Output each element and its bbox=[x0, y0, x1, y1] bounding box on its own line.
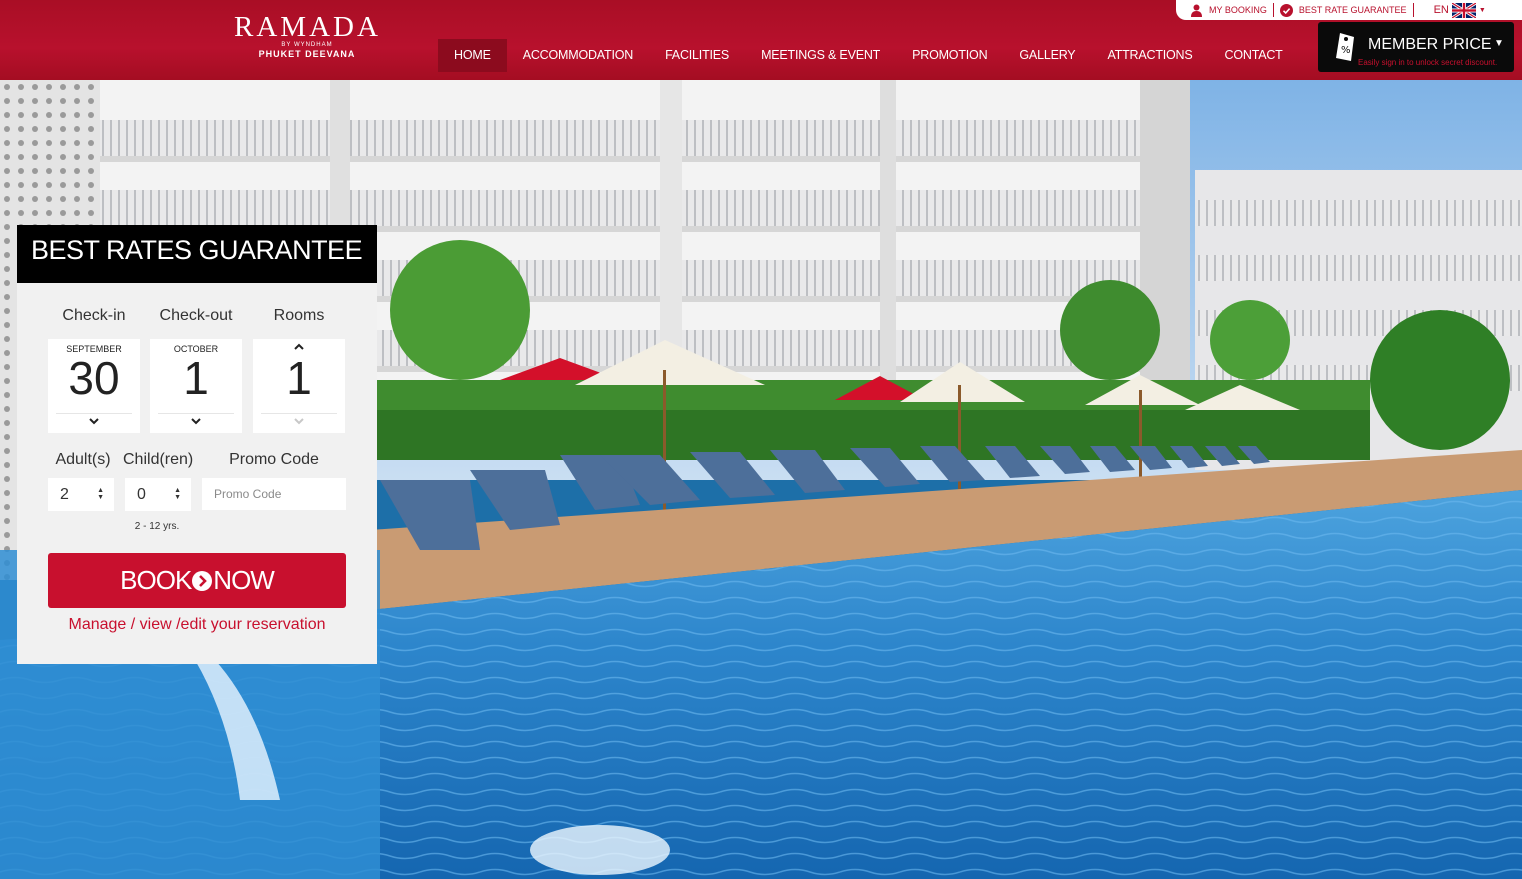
language-selector[interactable]: EN ▼ bbox=[1433, 2, 1486, 18]
manage-reservation-link[interactable]: Manage / view /edit your reservation bbox=[17, 616, 377, 634]
checkout-date-picker[interactable]: OCTOBER 1 bbox=[150, 339, 242, 433]
divider bbox=[261, 413, 337, 414]
spinner-icon: ▲ ▼ bbox=[174, 487, 181, 501]
user-icon bbox=[1191, 4, 1202, 17]
nav-item-meetings-event[interactable]: MEETINGS & EVENT bbox=[745, 39, 896, 72]
rooms-count: 1 bbox=[286, 352, 312, 404]
best-rate-link[interactable]: BEST RATE GUARANTEE bbox=[1279, 0, 1407, 20]
rooms-stepper[interactable]: 1 bbox=[253, 339, 345, 433]
children-value: 0 bbox=[137, 486, 146, 503]
chevron-down-icon[interactable] bbox=[48, 416, 140, 428]
nav-item-accommodation[interactable]: ACCOMMODATION bbox=[507, 39, 649, 72]
discount-tag-icon: % bbox=[1336, 33, 1354, 61]
adults-label: Adult(s) bbox=[55, 451, 111, 468]
promo-code-label: Promo Code bbox=[229, 451, 319, 468]
logo-brand: RAMADA bbox=[234, 11, 381, 43]
divider bbox=[1272, 3, 1274, 17]
check-circle-icon bbox=[1279, 3, 1293, 17]
book-now-label-left: BOOK bbox=[120, 565, 192, 595]
checkin-day: 30 bbox=[68, 352, 120, 404]
logo-by: BY WYNDHAM bbox=[281, 42, 333, 48]
adults-select[interactable]: 2 ▲ ▼ bbox=[48, 478, 114, 511]
nav-item-facilities[interactable]: FACILITIES bbox=[649, 39, 745, 72]
site-header: RAMADA BY WYNDHAM PHUKET DEEVANA HOME AC… bbox=[0, 0, 1522, 80]
main-nav: HOME ACCOMMODATION FACILITIES MEETINGS &… bbox=[438, 39, 1299, 72]
nav-item-attractions[interactable]: ATTRACTIONS bbox=[1091, 39, 1208, 72]
rooms-label: Rooms bbox=[273, 307, 325, 324]
book-now-label-right: NOW bbox=[213, 565, 275, 595]
spinner-icon: ▲ ▼ bbox=[97, 487, 104, 501]
uk-flag-icon bbox=[1451, 2, 1476, 18]
promo-code-input[interactable] bbox=[202, 478, 346, 510]
checkin-date-picker[interactable]: SEPTEMBER 30 bbox=[48, 339, 140, 433]
booking-widget: BEST RATES GUARANTEE Check-in Check-out … bbox=[17, 225, 377, 664]
member-price-button[interactable]: % MEMBER PRICE ▼ Easily sign in to unloc… bbox=[1318, 22, 1514, 72]
my-booking-link[interactable]: MY BOOKING bbox=[1190, 0, 1267, 20]
checkout-day: 1 bbox=[183, 352, 209, 404]
child-age-note: 2 - 12 yrs. bbox=[134, 521, 180, 532]
divider bbox=[1412, 3, 1414, 17]
chevron-down-icon[interactable] bbox=[150, 416, 242, 428]
booking-title: BEST RATES GUARANTEE bbox=[17, 225, 377, 283]
nav-item-gallery[interactable]: GALLERY bbox=[1003, 39, 1091, 72]
chevron-down-icon[interactable] bbox=[253, 416, 345, 428]
children-label: Child(ren) bbox=[123, 451, 194, 468]
nav-item-promotion[interactable]: PROMOTION bbox=[896, 39, 1003, 72]
best-rate-label: BEST RATE GUARANTEE bbox=[1298, 5, 1407, 15]
nav-item-home[interactable]: HOME bbox=[438, 39, 507, 72]
adults-value: 2 bbox=[60, 486, 69, 503]
book-now-button[interactable]: BOOK NOW bbox=[48, 553, 346, 608]
member-price-subtitle: Easily sign in to unlock secret discount… bbox=[1358, 58, 1498, 67]
nav-item-contact[interactable]: CONTACT bbox=[1209, 39, 1299, 72]
checkout-label: Check-out bbox=[159, 307, 233, 324]
svg-text:%: % bbox=[1341, 45, 1351, 56]
ramada-logo[interactable]: RAMADA BY WYNDHAM PHUKET DEEVANA bbox=[234, 12, 380, 60]
children-select[interactable]: 0 ▲ ▼ bbox=[125, 478, 191, 511]
arrow-right-icon bbox=[192, 570, 213, 591]
logo-location: PHUKET DEEVANA bbox=[258, 49, 356, 59]
chevron-down-icon: ▼ bbox=[1478, 6, 1486, 14]
top-utility-bar: MY BOOKING BEST RATE GUARANTEE EN ▼ bbox=[1176, 0, 1522, 20]
my-booking-label: MY BOOKING bbox=[1209, 5, 1267, 15]
checkin-label: Check-in bbox=[62, 307, 126, 324]
chevron-down-icon: ▼ bbox=[1494, 38, 1504, 49]
member-price-label: MEMBER PRICE bbox=[1368, 36, 1492, 53]
language-code: EN bbox=[1433, 4, 1449, 16]
divider bbox=[56, 413, 132, 414]
divider bbox=[158, 413, 234, 414]
